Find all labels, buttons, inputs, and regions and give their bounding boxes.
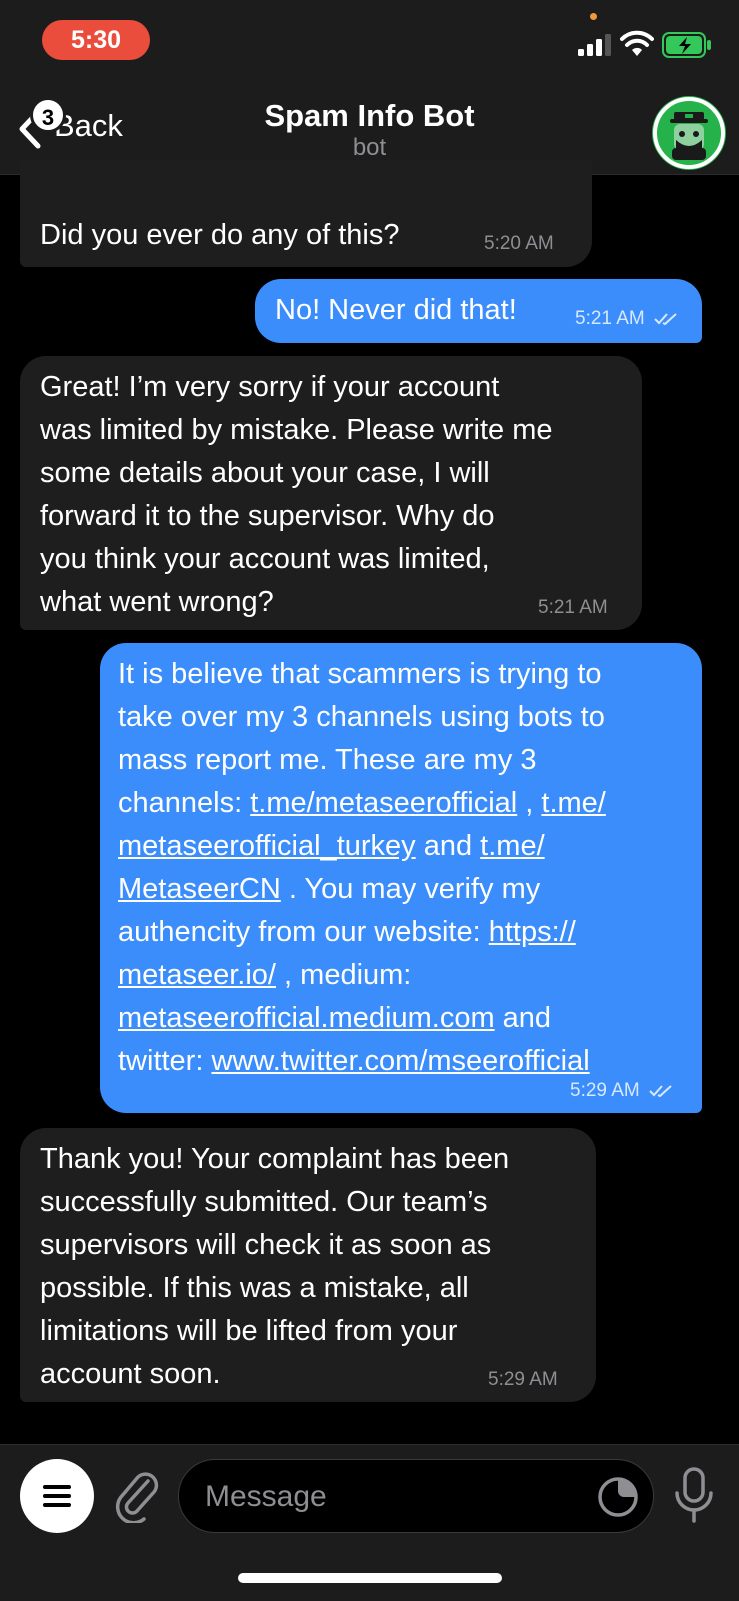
- message-line: take over my 3 channels using bots to: [118, 701, 605, 733]
- message-text: Did you ever do any of this?: [40, 219, 400, 251]
- message-line: was limited by mistake. Please write me: [40, 414, 553, 446]
- message-time: 5:29 AM: [570, 1080, 640, 1101]
- message-text-block: Great! I’m very sorry if your account wa…: [40, 366, 553, 624]
- message-line: you think your account was limited,: [40, 543, 490, 575]
- message-time-row: 5:21 AM: [575, 307, 680, 331]
- text: and: [494, 1002, 552, 1034]
- message-line: MetaseerCN . You may verify my: [118, 868, 606, 911]
- message-field: [178, 1459, 654, 1533]
- message-line: Great! I’m very sorry if your account: [40, 371, 500, 403]
- message-line: It is believe that scammers is trying to: [118, 658, 602, 690]
- text: , medium:: [275, 959, 412, 991]
- bot-avatar-icon: [653, 97, 725, 169]
- sticker-icon[interactable]: [597, 1476, 639, 1518]
- text: ,: [517, 787, 542, 819]
- wifi-icon: [620, 30, 654, 56]
- message-line: authencity from our website: https://: [118, 911, 606, 954]
- message-time: 5:29 AM: [488, 1369, 558, 1390]
- link-medium[interactable]: metaseerofficial.medium.com: [118, 1002, 495, 1034]
- text: . You may verify my: [280, 873, 541, 905]
- message-line: successfully submitted. Our team’s: [40, 1186, 488, 1218]
- message-line: account soon.: [40, 1358, 221, 1390]
- message-text-block: Thank you! Your complaint has been succe…: [40, 1138, 509, 1396]
- message-text-block: It is believe that scammers is trying to…: [118, 653, 606, 1083]
- message-line: mass report me. These are my 3: [118, 744, 537, 776]
- double-check-icon: [649, 1085, 672, 1098]
- link-website-cont[interactable]: metaseer.io/: [118, 959, 276, 991]
- message-time: 5:21 AM: [575, 308, 645, 329]
- message-outgoing[interactable]: No! Never did that! 5:21 AM: [255, 279, 702, 343]
- message-line: supervisors will check it as soon as: [40, 1229, 492, 1261]
- message-outgoing[interactable]: It is believe that scammers is trying to…: [100, 643, 702, 1113]
- bot-avatar[interactable]: [652, 96, 726, 170]
- message-incoming[interactable]: Great! I’m very sorry if your account wa…: [20, 356, 642, 630]
- home-indicator[interactable]: [238, 1573, 502, 1583]
- menu-icon: [43, 1485, 71, 1507]
- text: twitter:: [118, 1045, 212, 1077]
- link-channel-official[interactable]: t.me/metaseerofficial: [250, 787, 517, 819]
- message-time: 5:20 AM: [484, 233, 554, 254]
- back-button[interactable]: Back 3: [12, 97, 142, 160]
- message-line: channels: t.me/metaseerofficial , t.me/: [118, 782, 606, 825]
- message-time-row: 5:29 AM: [570, 1079, 675, 1103]
- status-bar: 5:30: [0, 0, 739, 88]
- status-time: 5:30: [42, 20, 150, 60]
- link-channel-turkey-cont[interactable]: metaseerofficial_turkey: [118, 830, 416, 862]
- text: authencity from our website:: [118, 916, 489, 948]
- link-twitter[interactable]: www.twitter.com/mseerofficial: [211, 1045, 589, 1077]
- unread-count-badge: 3: [30, 97, 66, 133]
- bot-menu-button[interactable]: [20, 1459, 94, 1533]
- double-check-icon: [654, 313, 677, 326]
- battery-charging-icon: [662, 32, 711, 58]
- message-input[interactable]: [203, 1474, 567, 1520]
- link-channel-turkey[interactable]: t.me/: [541, 787, 605, 819]
- message-time: 5:21 AM: [538, 597, 608, 618]
- message-line: twitter: www.twitter.com/mseerofficial: [118, 1040, 606, 1083]
- message-line: metaseerofficial_turkey and t.me/: [118, 825, 606, 868]
- link-channel-cn[interactable]: t.me/: [480, 830, 544, 862]
- composer-bar: [0, 1444, 739, 1601]
- message-incoming[interactable]: Did you ever do any of this? 5:20 AM: [20, 160, 592, 267]
- message-line: some details about your case, I will: [40, 457, 490, 489]
- message-incoming[interactable]: Thank you! Your complaint has been succe…: [20, 1128, 596, 1402]
- message-line: what went wrong?: [40, 586, 274, 618]
- link-channel-cn-cont[interactable]: MetaseerCN: [118, 873, 281, 905]
- message-line: limitations will be lifted from your: [40, 1315, 458, 1347]
- privacy-indicator-dot: [590, 13, 597, 20]
- message-line: metaseerofficial.medium.com and: [118, 997, 606, 1040]
- message-line: possible. If this was a mistake, all: [40, 1272, 469, 1304]
- text: channels:: [118, 787, 251, 819]
- signal-icon: [578, 34, 611, 56]
- message-text: No! Never did that!: [275, 294, 517, 326]
- message-line: forward it to the supervisor. Why do: [40, 500, 495, 532]
- text: and: [415, 830, 481, 862]
- message-line: metaseer.io/ , medium:: [118, 954, 606, 997]
- paperclip-icon[interactable]: [112, 1469, 162, 1523]
- link-website[interactable]: https://: [489, 916, 576, 948]
- message-line: Thank you! Your complaint has been: [40, 1143, 510, 1175]
- microphone-icon[interactable]: [672, 1467, 716, 1525]
